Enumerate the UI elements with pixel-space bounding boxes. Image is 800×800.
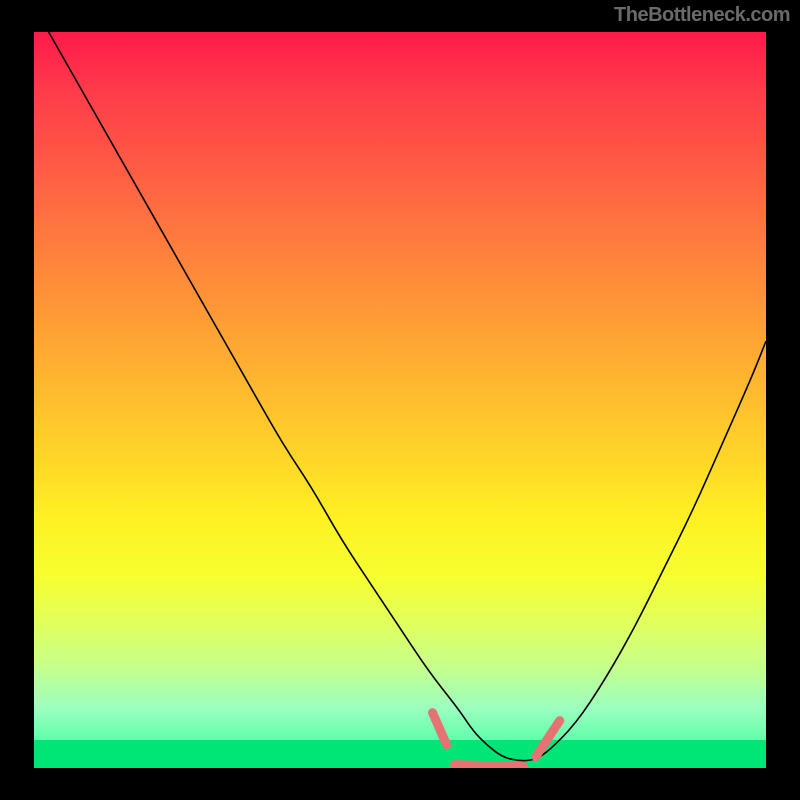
optimal-region-marker bbox=[433, 713, 560, 767]
watermark-text: TheBottleneck.com bbox=[614, 4, 790, 27]
bottleneck-curve-line bbox=[49, 32, 766, 761]
plot-area bbox=[34, 32, 766, 768]
chart-svg bbox=[34, 32, 766, 768]
